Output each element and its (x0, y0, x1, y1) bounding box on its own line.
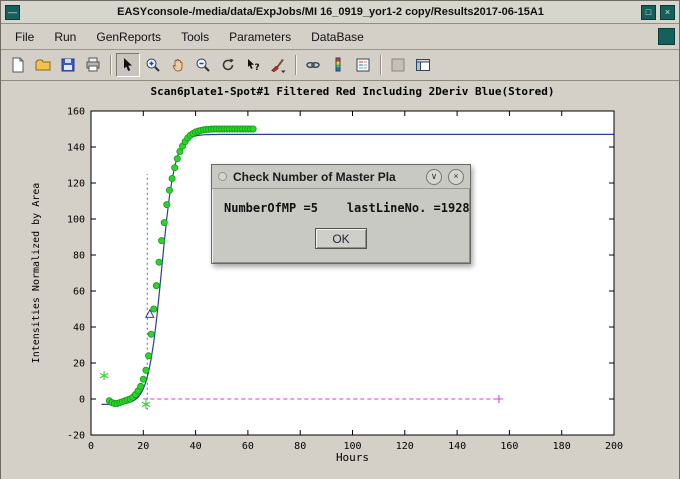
app-window: — EASYconsole-/media/data/ExpJobs/MI 16_… (0, 0, 680, 479)
insert-legend-icon (354, 56, 372, 74)
svg-text:Hours: Hours (336, 451, 369, 464)
svg-text:200: 200 (605, 441, 623, 452)
svg-text:140: 140 (67, 143, 85, 154)
menu-item-parameters[interactable]: Parameters (219, 26, 301, 48)
dialog-icon (218, 172, 227, 181)
svg-text:80: 80 (73, 251, 85, 262)
zoom-out-icon (194, 56, 212, 74)
toolbar-separator (380, 55, 381, 75)
svg-text:60: 60 (242, 441, 254, 452)
dialog-check-number-of-master-plates: Check Number of Master Pla ∨ × NumberOfM… (211, 164, 471, 264)
show-plot-tools-button[interactable] (411, 53, 435, 77)
dialog-ok-button[interactable]: OK (315, 228, 367, 249)
dialog-titlebar[interactable]: Check Number of Master Pla ∨ × (212, 165, 470, 189)
svg-text:120: 120 (396, 441, 414, 452)
insert-legend-button[interactable] (351, 53, 375, 77)
dialog-body: NumberOfMP =5 lastLineNo. =1928 OK (212, 189, 470, 263)
insert-colorbar-button[interactable] (326, 53, 350, 77)
dialog-title: Check Number of Master Pla (233, 170, 420, 184)
svg-text:80: 80 (294, 441, 306, 452)
new-figure-icon (9, 56, 27, 74)
plot-canvas[interactable]: 020406080100120140160180200-200204060801… (1, 81, 680, 479)
svg-text:?: ? (255, 63, 260, 73)
brush-icon (269, 56, 287, 74)
hide-plot-tools-icon (389, 56, 407, 74)
dialog-message: NumberOfMP =5 lastLineNo. =1928 (224, 201, 458, 215)
save-figure-button[interactable] (56, 53, 80, 77)
toolbar-separator (110, 55, 111, 75)
hide-plot-tools-button[interactable] (386, 53, 410, 77)
svg-text:140: 140 (448, 441, 466, 452)
menu-item-tools[interactable]: Tools (171, 26, 219, 48)
svg-text:Scan6plate1-Spot#1 Filtered Re: Scan6plate1-Spot#1 Filtered Red Includin… (151, 85, 555, 98)
brush-button[interactable] (266, 53, 290, 77)
rotate-3d-icon (219, 56, 237, 74)
svg-text:40: 40 (73, 323, 85, 334)
svg-text:160: 160 (500, 441, 518, 452)
zoom-out-button[interactable] (191, 53, 215, 77)
menu-item-database[interactable]: DataBase (301, 26, 374, 48)
show-plot-tools-icon (414, 56, 432, 74)
figure-area: 020406080100120140160180200-200204060801… (1, 81, 679, 479)
open-file-button[interactable] (31, 53, 55, 77)
menu-item-genreports[interactable]: GenReports (86, 26, 171, 48)
zoom-in-button[interactable] (141, 53, 165, 77)
link-plot-button[interactable] (301, 53, 325, 77)
window-titlebar[interactable]: — EASYconsole-/media/data/ExpJobs/MI 16_… (1, 1, 679, 24)
svg-text:120: 120 (67, 179, 85, 190)
data-cursor-icon: ? (244, 56, 262, 74)
svg-text:0: 0 (88, 441, 94, 452)
svg-text:40: 40 (190, 441, 202, 452)
svg-text:180: 180 (553, 441, 571, 452)
menu-corner-box (658, 28, 675, 45)
svg-text:160: 160 (67, 107, 85, 118)
pan-hand-icon (169, 56, 187, 74)
svg-text:100: 100 (67, 215, 85, 226)
edit-plot-arrow-icon (119, 56, 137, 74)
print-figure-icon (84, 56, 102, 74)
svg-text:60: 60 (73, 287, 85, 298)
rotate-3d-button[interactable] (216, 53, 240, 77)
window-title: EASYconsole-/media/data/ExpJobs/MI 16_09… (24, 6, 637, 18)
zoom-in-icon (144, 56, 162, 74)
data-cursor-button[interactable]: ? (241, 53, 265, 77)
window-minimize-button[interactable]: — (5, 5, 20, 20)
pan-hand-button[interactable] (166, 53, 190, 77)
open-file-icon (34, 56, 52, 74)
svg-text:Intensities Normalized by Area: Intensities Normalized by Area (31, 183, 42, 364)
window-maximize-button[interactable]: □ (641, 5, 656, 20)
svg-text:20: 20 (137, 441, 149, 452)
svg-text:0: 0 (79, 395, 85, 406)
toolbar: ? (1, 50, 679, 81)
save-figure-icon (59, 56, 77, 74)
edit-plot-arrow-button[interactable] (116, 53, 140, 77)
print-figure-button[interactable] (81, 53, 105, 77)
menu-item-run[interactable]: Run (44, 26, 86, 48)
insert-colorbar-icon (329, 56, 347, 74)
svg-text:-20: -20 (67, 431, 85, 442)
menu-item-file[interactable]: File (5, 26, 44, 48)
menu-bar: FileRunGenReportsToolsParametersDataBase (1, 24, 679, 50)
link-plot-icon (304, 56, 322, 74)
dialog-close-button[interactable]: × (448, 169, 464, 185)
new-figure-button[interactable] (6, 53, 30, 77)
window-close-button[interactable]: × (660, 5, 675, 20)
toolbar-separator (295, 55, 296, 75)
dialog-collapse-button[interactable]: ∨ (426, 169, 442, 185)
svg-text:20: 20 (73, 359, 85, 370)
